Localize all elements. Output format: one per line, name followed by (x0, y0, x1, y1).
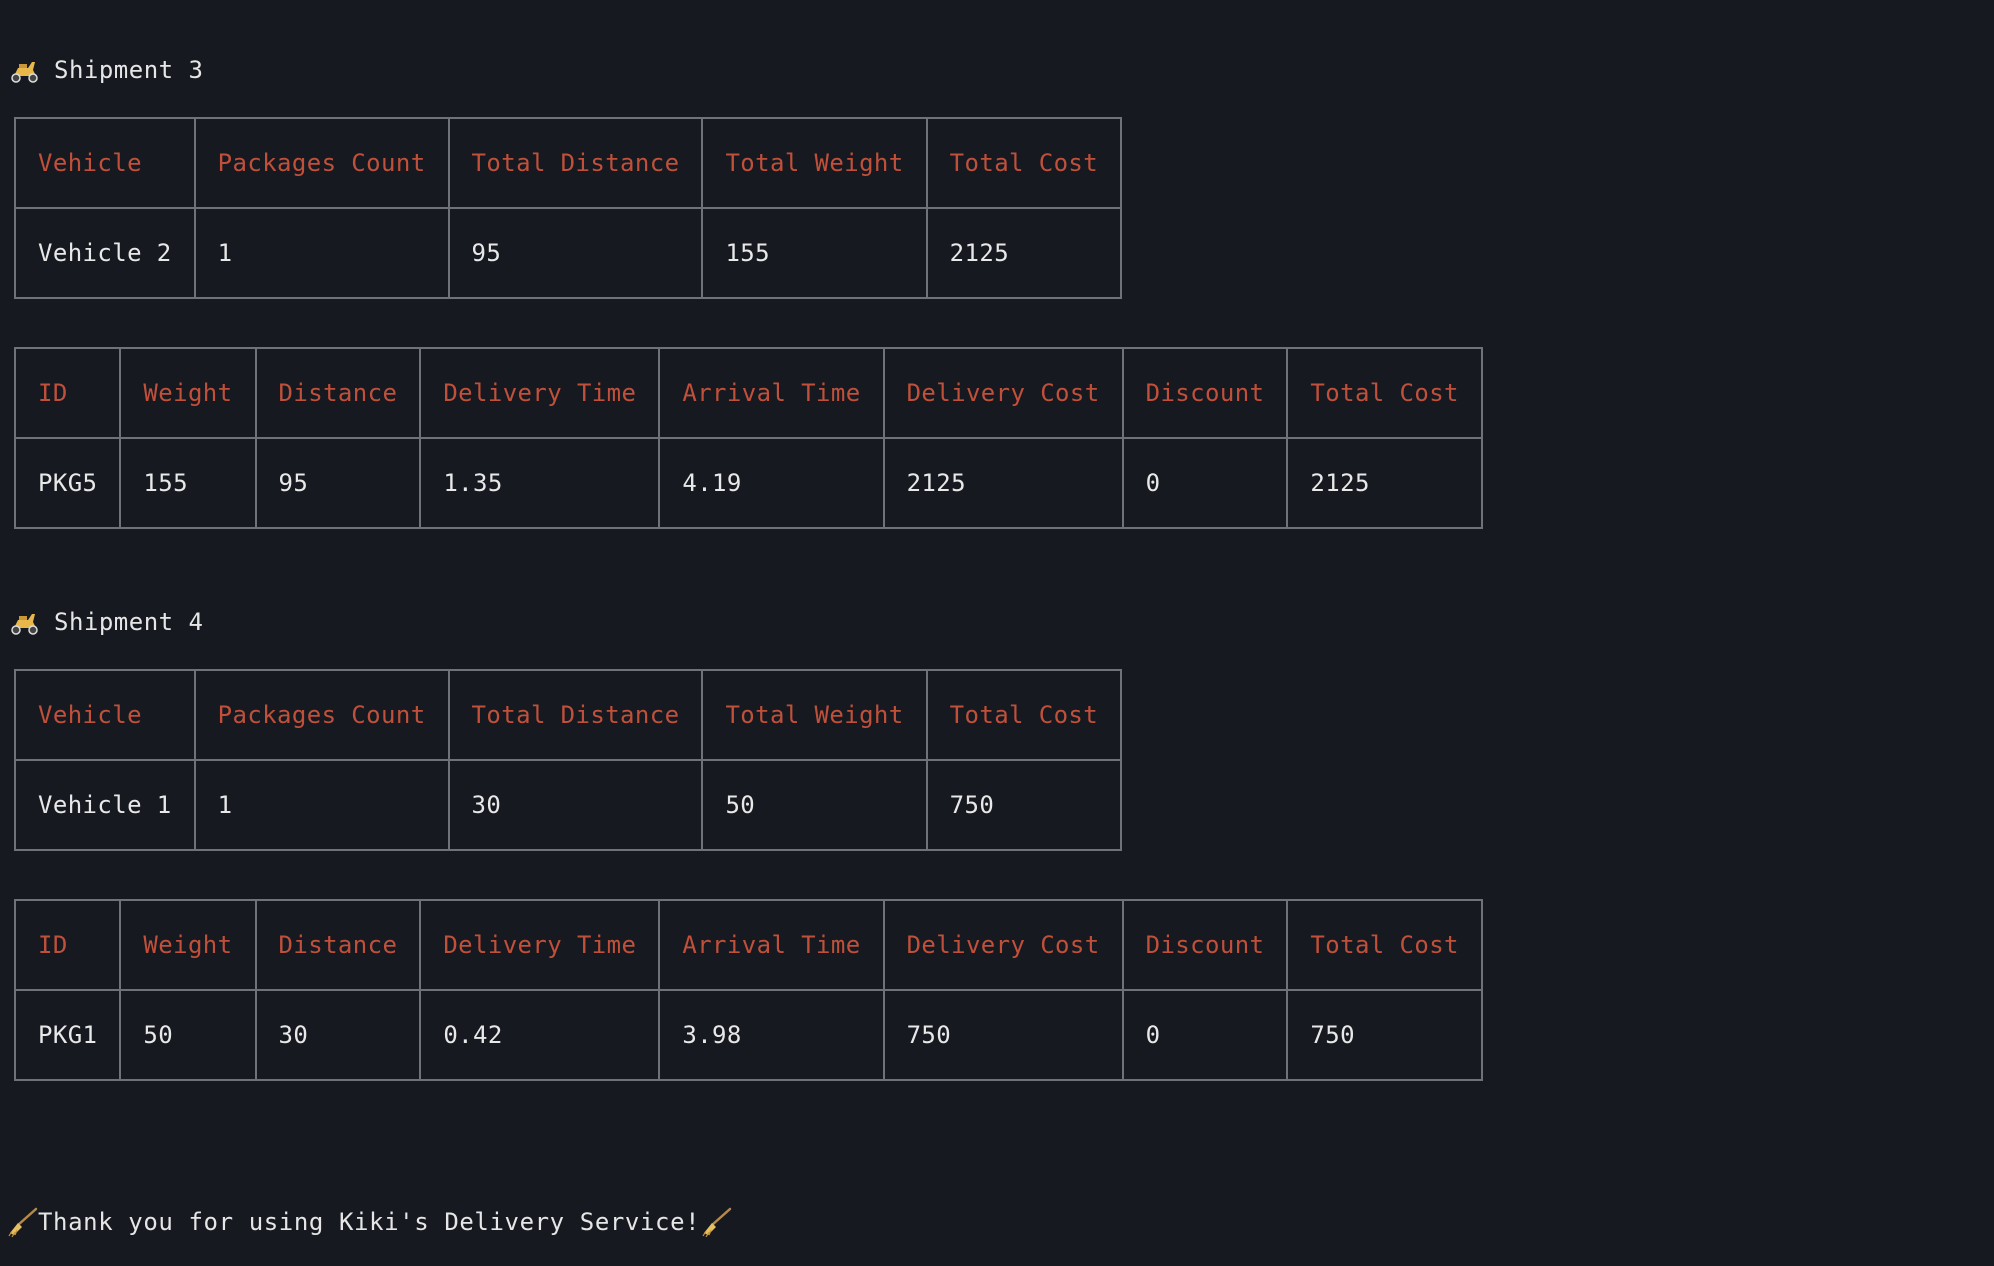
column-header-discount: Discount (1121, 347, 1289, 439)
cell-delivery-time: 1.35 (419, 437, 661, 529)
cell-delivery-time: 0.42 (419, 989, 661, 1081)
cell-delivery-cost: 750 (882, 989, 1124, 1081)
cell-weight: 155 (119, 437, 257, 529)
cell-arrival-time: 4.19 (658, 437, 885, 529)
column-header-id: ID (13, 347, 122, 439)
broom-icon (702, 1207, 732, 1237)
package-details-table: ID Weight Distance Delivery Time Arrival… (13, 899, 1483, 1081)
scooter-icon (11, 62, 38, 83)
column-header-discount: Discount (1121, 899, 1289, 991)
column-header-arrival-time: Arrival Time (658, 347, 885, 439)
column-header-delivery-cost: Delivery Cost (882, 899, 1124, 991)
table-header-row: ID Weight Distance Delivery Time Arrival… (13, 899, 1483, 991)
scooter-icon (11, 614, 38, 635)
cell-weight: 50 (119, 989, 257, 1081)
cell-distance: 95 (254, 437, 422, 529)
cell-total-cost: 750 (1286, 989, 1483, 1081)
table-row: Vehicle 1 1 30 50 750 (14, 759, 1123, 851)
column-header-total-cost: Total Cost (1286, 899, 1483, 991)
column-header-vehicle: Vehicle (14, 117, 196, 209)
column-header-id: ID (13, 899, 122, 991)
cell-total-weight: 155 (701, 207, 928, 299)
column-header-total-cost: Total Cost (1286, 347, 1483, 439)
cell-arrival-time: 3.98 (658, 989, 885, 1081)
column-header-total-distance: Total Distance (447, 117, 704, 209)
cell-vehicle: Vehicle 2 (14, 207, 196, 299)
package-details-table: ID Weight Distance Delivery Time Arrival… (13, 347, 1483, 529)
shipment-title: Shipment 4 (54, 608, 204, 636)
footer-message: Thank you for using Kiki's Delivery Serv… (6, 1200, 732, 1244)
cell-total-weight: 50 (701, 759, 928, 851)
cell-discount: 0 (1121, 989, 1289, 1081)
shipment-heading: Shipment 3 (8, 50, 204, 90)
cell-discount: 0 (1121, 437, 1289, 529)
cell-total-cost: 750 (925, 759, 1123, 851)
column-header-delivery-time: Delivery Time (419, 347, 661, 439)
column-header-packages-count: Packages Count (193, 669, 450, 761)
cell-vehicle: Vehicle 1 (14, 759, 196, 851)
shipment-summary-table: Vehicle Packages Count Total Distance To… (14, 669, 1123, 851)
column-header-weight: Weight (119, 347, 257, 439)
cell-id: PKG5 (13, 437, 122, 529)
column-header-delivery-cost: Delivery Cost (882, 347, 1124, 439)
footer-text: Thank you for using Kiki's Delivery Serv… (38, 1208, 701, 1236)
cell-total-cost: 2125 (925, 207, 1123, 299)
column-header-weight: Weight (119, 899, 257, 991)
cell-packages-count: 1 (193, 759, 450, 851)
column-header-delivery-time: Delivery Time (419, 899, 661, 991)
cell-distance: 30 (254, 989, 422, 1081)
column-header-distance: Distance (254, 899, 422, 991)
column-header-packages-count: Packages Count (193, 117, 450, 209)
shipment-title: Shipment 3 (54, 56, 204, 84)
table-header-row: Vehicle Packages Count Total Distance To… (14, 669, 1123, 761)
cell-packages-count: 1 (193, 207, 450, 299)
shipment-summary-table: Vehicle Packages Count Total Distance To… (14, 117, 1123, 299)
column-header-vehicle: Vehicle (14, 669, 196, 761)
column-header-total-weight: Total Weight (701, 669, 928, 761)
table-row: PKG5 155 95 1.35 4.19 2125 0 2125 (13, 437, 1483, 529)
column-header-total-distance: Total Distance (447, 669, 704, 761)
broom-icon (8, 1207, 38, 1237)
column-header-arrival-time: Arrival Time (658, 899, 885, 991)
table-row: Vehicle 2 1 95 155 2125 (14, 207, 1123, 299)
cell-total-distance: 95 (447, 207, 704, 299)
table-header-row: ID Weight Distance Delivery Time Arrival… (13, 347, 1483, 439)
column-header-total-weight: Total Weight (701, 117, 928, 209)
column-header-distance: Distance (254, 347, 422, 439)
cell-delivery-cost: 2125 (882, 437, 1124, 529)
cell-total-distance: 30 (447, 759, 704, 851)
shipment-heading: Shipment 4 (8, 602, 204, 642)
table-header-row: Vehicle Packages Count Total Distance To… (14, 117, 1123, 209)
cell-id: PKG1 (13, 989, 122, 1081)
column-header-total-cost: Total Cost (925, 117, 1123, 209)
cell-total-cost: 2125 (1286, 437, 1483, 529)
column-header-total-cost: Total Cost (925, 669, 1123, 761)
table-row: PKG1 50 30 0.42 3.98 750 0 750 (13, 989, 1483, 1081)
